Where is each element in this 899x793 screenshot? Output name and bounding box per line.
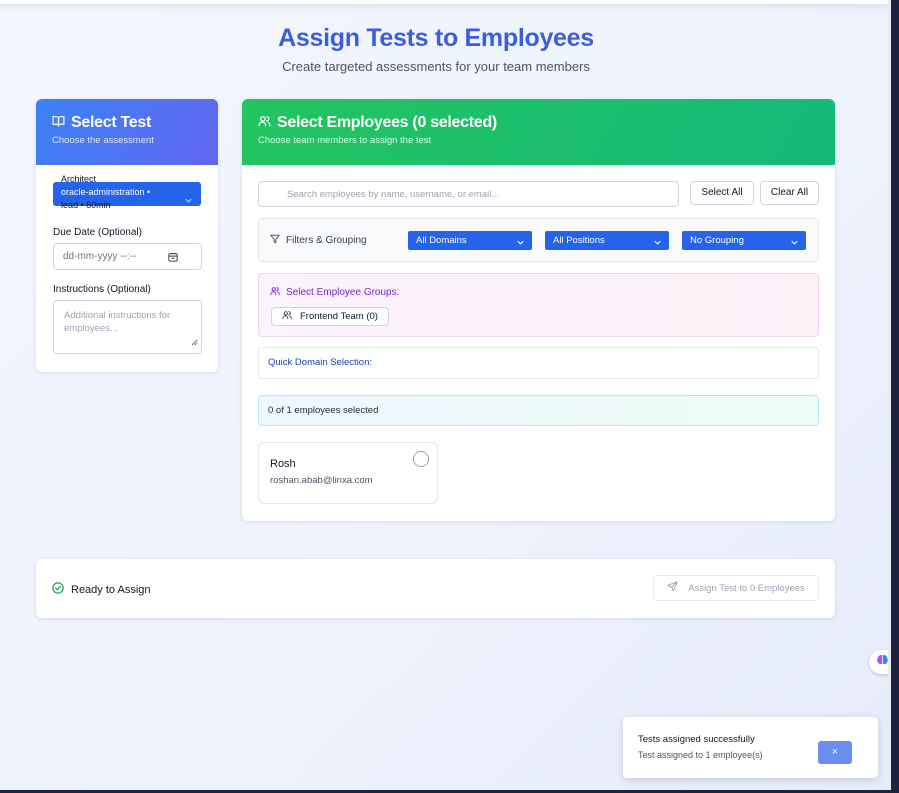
- select-test-subtitle: Choose the assessment: [52, 135, 154, 146]
- assign-test-button-label: Assign Test to 0 Employees: [688, 582, 805, 594]
- users-icon: [282, 310, 292, 323]
- quick-domain-label: Quick Domain Selection:: [268, 357, 373, 368]
- domain-filter-value: All Domains: [416, 235, 467, 246]
- employee-groups-panel: Select Employee Groups: Frontend Team (0…: [258, 273, 819, 337]
- toast-message: Test assigned to 1 employee(s): [638, 750, 763, 760]
- chevron-down-icon: [185, 190, 192, 208]
- instructions-placeholder: Additional instructions for employees...: [64, 310, 171, 334]
- assign-test-button[interactable]: Assign Test to 0 Employees: [653, 575, 819, 601]
- grouping-select[interactable]: No Grouping: [682, 231, 806, 250]
- page-title: Assign Tests to Employees: [278, 24, 594, 52]
- clear-all-button[interactable]: Clear All: [760, 181, 819, 205]
- test-select-dropdown[interactable]: Architect oracle-administration • lead •…: [53, 174, 201, 210]
- select-employees-card: Select Employees (0 selected) Choose tea…: [242, 99, 835, 521]
- select-all-button[interactable]: Select All: [690, 181, 754, 205]
- employee-search-placeholder: Search employees by name, username, or e…: [287, 189, 500, 200]
- assign-bar: Ready to Assign Assign Test to 0 Employe…: [36, 559, 835, 618]
- toast-title: Tests assigned successfully: [638, 734, 755, 745]
- resize-handle-icon[interactable]: [191, 337, 198, 350]
- chevron-down-icon: [791, 237, 798, 248]
- employee-name: Rosh: [270, 458, 296, 470]
- filters-panel: Filters & Grouping All Domains All Posit…: [258, 218, 819, 262]
- success-toast: Tests assigned successfully Test assigne…: [623, 717, 878, 778]
- employee-search-input[interactable]: Search employees by name, username, or e…: [258, 181, 679, 207]
- test-select-line-2: oracle-administration •: [61, 187, 151, 197]
- select-employees-subtitle: Choose team members to assign the test: [258, 135, 432, 146]
- due-date-placeholder: dd-mm-yyyy --:--: [63, 251, 137, 262]
- employee-card[interactable]: Rosh roshan.abab@linxa.com: [258, 442, 438, 504]
- selection-count-banner: 0 of 1 employees selected: [258, 395, 819, 426]
- chevron-down-icon: [517, 237, 524, 248]
- position-filter-select[interactable]: All Positions: [545, 231, 669, 250]
- top-header-strip: [0, 0, 888, 4]
- test-select-line-1: Architect: [61, 174, 97, 184]
- group-chip-frontend-team[interactable]: Frontend Team (0): [271, 307, 389, 326]
- instructions-textarea[interactable]: Additional instructions for employees...: [53, 300, 202, 354]
- check-circle-icon: [52, 582, 64, 597]
- position-filter-value: All Positions: [553, 235, 605, 246]
- filter-icon: [270, 234, 280, 247]
- selection-count-text: 0 of 1 employees selected: [268, 405, 379, 416]
- filters-label: Filters & Grouping: [286, 235, 367, 246]
- due-date-label: Due Date (Optional): [53, 227, 142, 238]
- users-icon: [270, 286, 280, 299]
- brain-icon: [876, 653, 889, 671]
- window-frame-right: [888, 0, 899, 793]
- employee-email: roshan.abab@linxa.com: [270, 475, 373, 486]
- select-test-header: Select Test Choose the assessment: [36, 99, 218, 165]
- employee-groups-title: Select Employee Groups:: [286, 287, 400, 298]
- calendar-icon[interactable]: [168, 252, 178, 265]
- group-chip-label: Frontend Team (0): [300, 311, 378, 322]
- send-icon: [667, 581, 678, 595]
- domain-filter-select[interactable]: All Domains: [408, 231, 532, 250]
- grouping-value: No Grouping: [690, 235, 744, 246]
- due-date-input[interactable]: dd-mm-yyyy --:--: [53, 243, 202, 270]
- toast-close-button[interactable]: ×: [818, 741, 852, 764]
- select-test-card: Select Test Choose the assessment Archit…: [36, 99, 218, 372]
- select-test-title: Select Test: [71, 114, 151, 131]
- users-icon: [258, 114, 271, 132]
- quick-domain-selection: Quick Domain Selection:: [258, 347, 819, 379]
- instructions-label: Instructions (Optional): [53, 284, 151, 295]
- select-employees-header: Select Employees (0 selected) Choose tea…: [242, 99, 835, 165]
- page-subtitle: Create targeted assessments for your tea…: [282, 59, 590, 74]
- book-open-icon: [52, 114, 65, 132]
- chevron-down-icon: [654, 237, 661, 248]
- employee-select-radio[interactable]: [413, 451, 429, 467]
- ready-status-text: Ready to Assign: [71, 583, 151, 596]
- select-employees-title: Select Employees (0 selected): [277, 114, 497, 131]
- test-select-line-3: lead • 60min: [61, 200, 111, 210]
